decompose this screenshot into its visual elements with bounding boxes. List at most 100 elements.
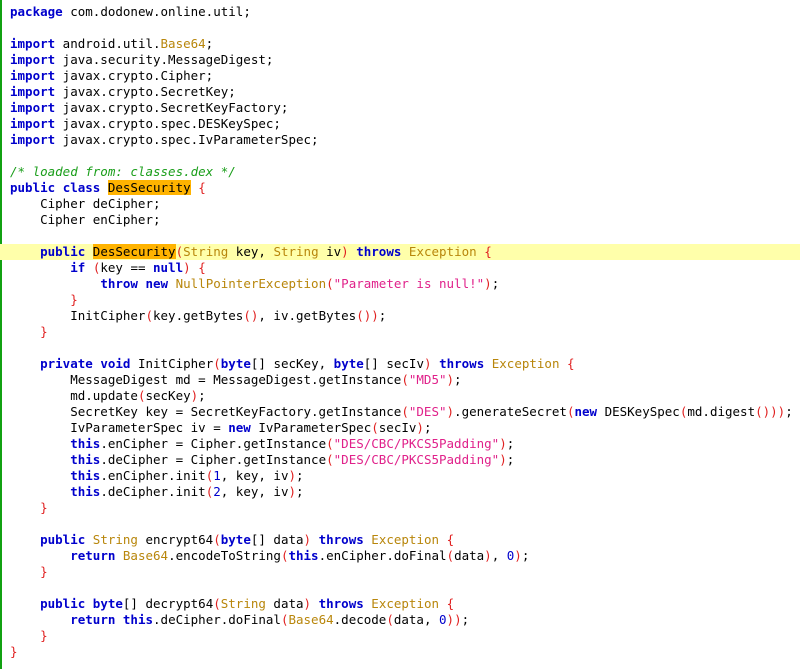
code-token: ; <box>423 420 432 435</box>
code-line[interactable]: import javax.crypto.Cipher; <box>0 68 800 84</box>
keyword-token: void <box>100 356 131 371</box>
type-token: Base64 <box>288 612 334 627</box>
code-line[interactable]: /* loaded from: classes.dex */ <box>0 164 800 180</box>
punctuation-token: ( <box>213 356 221 371</box>
code-token: android.util. <box>55 36 161 51</box>
highlighted-occurrence: DesSecurity <box>107 180 191 195</box>
code-line[interactable] <box>0 516 800 532</box>
code-editor[interactable]: package com.dodonew.online.util; import … <box>0 0 800 669</box>
code-line[interactable]: this.deCipher = Cipher.getInstance("DES/… <box>0 452 800 468</box>
code-token: Cipher enCipher; <box>10 212 161 227</box>
code-line[interactable] <box>0 580 800 596</box>
code-line[interactable]: if (key == null) { <box>0 260 800 276</box>
code-line[interactable]: this.enCipher.init(1, key, iv); <box>0 468 800 484</box>
code-line[interactable]: Cipher enCipher; <box>0 212 800 228</box>
keyword-token: import <box>10 36 56 51</box>
punctuation-token: { <box>567 356 575 371</box>
type-token: NullPointerException <box>175 276 327 291</box>
code-token: ; <box>785 404 793 419</box>
code-line[interactable]: import javax.crypto.SecretKeyFactory; <box>0 100 800 116</box>
keyword-token: public <box>40 532 86 547</box>
punctuation-token: } <box>70 292 78 307</box>
code-line[interactable]: package com.dodonew.online.util; <box>0 4 800 20</box>
punctuation-token: ( <box>386 612 394 627</box>
code-token: ; <box>454 372 462 387</box>
code-line[interactable]: SecretKey key = SecretKeyFactory.getInst… <box>0 404 800 420</box>
code-line[interactable] <box>0 20 800 36</box>
keyword-token: class <box>62 180 101 195</box>
code-line[interactable]: import javax.crypto.SecretKey; <box>0 84 800 100</box>
string-token: "Parameter is null!" <box>333 276 485 291</box>
keyword-token: return <box>70 612 116 627</box>
code-line[interactable]: return Base64.encodeToString (this.enCiph… <box>0 548 800 564</box>
code-token: key.getBytes <box>153 308 244 323</box>
string-token: "DES/CBC/PKCS5Padding" <box>333 436 500 451</box>
keyword-token: throws <box>318 596 364 611</box>
keyword-token: public <box>40 244 86 259</box>
code-line[interactable]: public class DesSecurity { <box>0 180 800 196</box>
code-line[interactable] <box>0 228 800 244</box>
code-line[interactable]: InitCipher(key.getBytes(), iv.getBytes()… <box>0 308 800 324</box>
code-line[interactable]: } <box>0 564 800 580</box>
code-token: ; <box>243 4 251 19</box>
number-token: 0 <box>439 612 447 627</box>
code-line[interactable]: md.update(secKey); <box>0 388 800 404</box>
type-token: Exception <box>491 356 560 371</box>
code-line[interactable]: public byte[] decrypt64(String data) thr… <box>0 596 800 612</box>
code-line[interactable] <box>0 148 800 164</box>
code-token: data <box>265 596 304 611</box>
code-token: [] secKey, <box>250 356 334 371</box>
code-line[interactable]: import javax.crypto.spec.IvParameterSpec… <box>0 132 800 148</box>
code-line[interactable]: } <box>0 324 800 340</box>
code-line[interactable]: } <box>0 500 800 516</box>
code-token: key == <box>100 260 154 275</box>
code-token: key, <box>228 244 274 259</box>
code-line[interactable] <box>0 340 800 356</box>
keyword-token: public <box>10 180 56 195</box>
code-line[interactable]: this.enCipher = Cipher.getInstance("DES/… <box>0 436 800 452</box>
punctuation-token: ( <box>401 404 409 419</box>
code-token: IvParameterSpec <box>250 420 372 435</box>
code-token: encrypt64 <box>137 532 214 547</box>
punctuation-token: ) <box>446 372 455 387</box>
code-line-current[interactable]: public DesSecurity(String key, String iv… <box>0 244 800 260</box>
keyword-token: byte <box>220 532 251 547</box>
code-token: com.dodonew.online.util <box>62 4 244 19</box>
code-token: Cipher deCipher; <box>10 196 161 211</box>
punctuation-token: ( <box>326 436 334 451</box>
code-token: ; <box>205 36 214 51</box>
code-line[interactable]: throw new NullPointerException("Paramete… <box>0 276 800 292</box>
code-token: [] secIv <box>363 356 424 371</box>
code-line[interactable]: import java.security.MessageDigest; <box>0 52 800 68</box>
punctuation-token: ( <box>446 548 455 563</box>
code-line[interactable]: import android.util.Base64; <box>0 36 800 52</box>
code-line[interactable]: this.deCipher.init(2, key, iv); <box>0 484 800 500</box>
code-token: ; <box>521 548 530 563</box>
code-line[interactable]: MessageDigest md = MessageDigest.getInst… <box>0 372 800 388</box>
code-token: data, <box>393 612 440 627</box>
punctuation-token: ) <box>514 548 522 563</box>
code-line[interactable]: Cipher deCipher; <box>0 196 800 212</box>
code-line[interactable]: } <box>0 644 800 660</box>
code-line[interactable]: } <box>0 292 800 308</box>
code-token: , iv.getBytes <box>258 308 357 323</box>
code-line[interactable]: public String encrypt64(byte[] data) thr… <box>0 532 800 548</box>
code-token: [] decrypt64 <box>122 596 214 611</box>
code-line[interactable]: IvParameterSpec iv = new IvParameterSpec… <box>0 420 800 436</box>
code-token: data <box>454 548 485 563</box>
code-line[interactable]: private void InitCipher(byte[] secKey, b… <box>0 356 800 372</box>
punctuation-token: } <box>40 324 48 339</box>
number-token: 2 <box>213 484 221 499</box>
code-content[interactable]: package com.dodonew.online.util; import … <box>0 0 800 660</box>
code-line[interactable]: } <box>0 628 800 644</box>
code-token: javax.crypto.SecretKeyFactory; <box>55 100 289 115</box>
keyword-token: import <box>10 52 56 67</box>
code-line[interactable]: import javax.crypto.spec.DESKeySpec; <box>0 116 800 132</box>
code-line[interactable]: return this.deCipher.doFinal (Base64.deco… <box>0 612 800 628</box>
